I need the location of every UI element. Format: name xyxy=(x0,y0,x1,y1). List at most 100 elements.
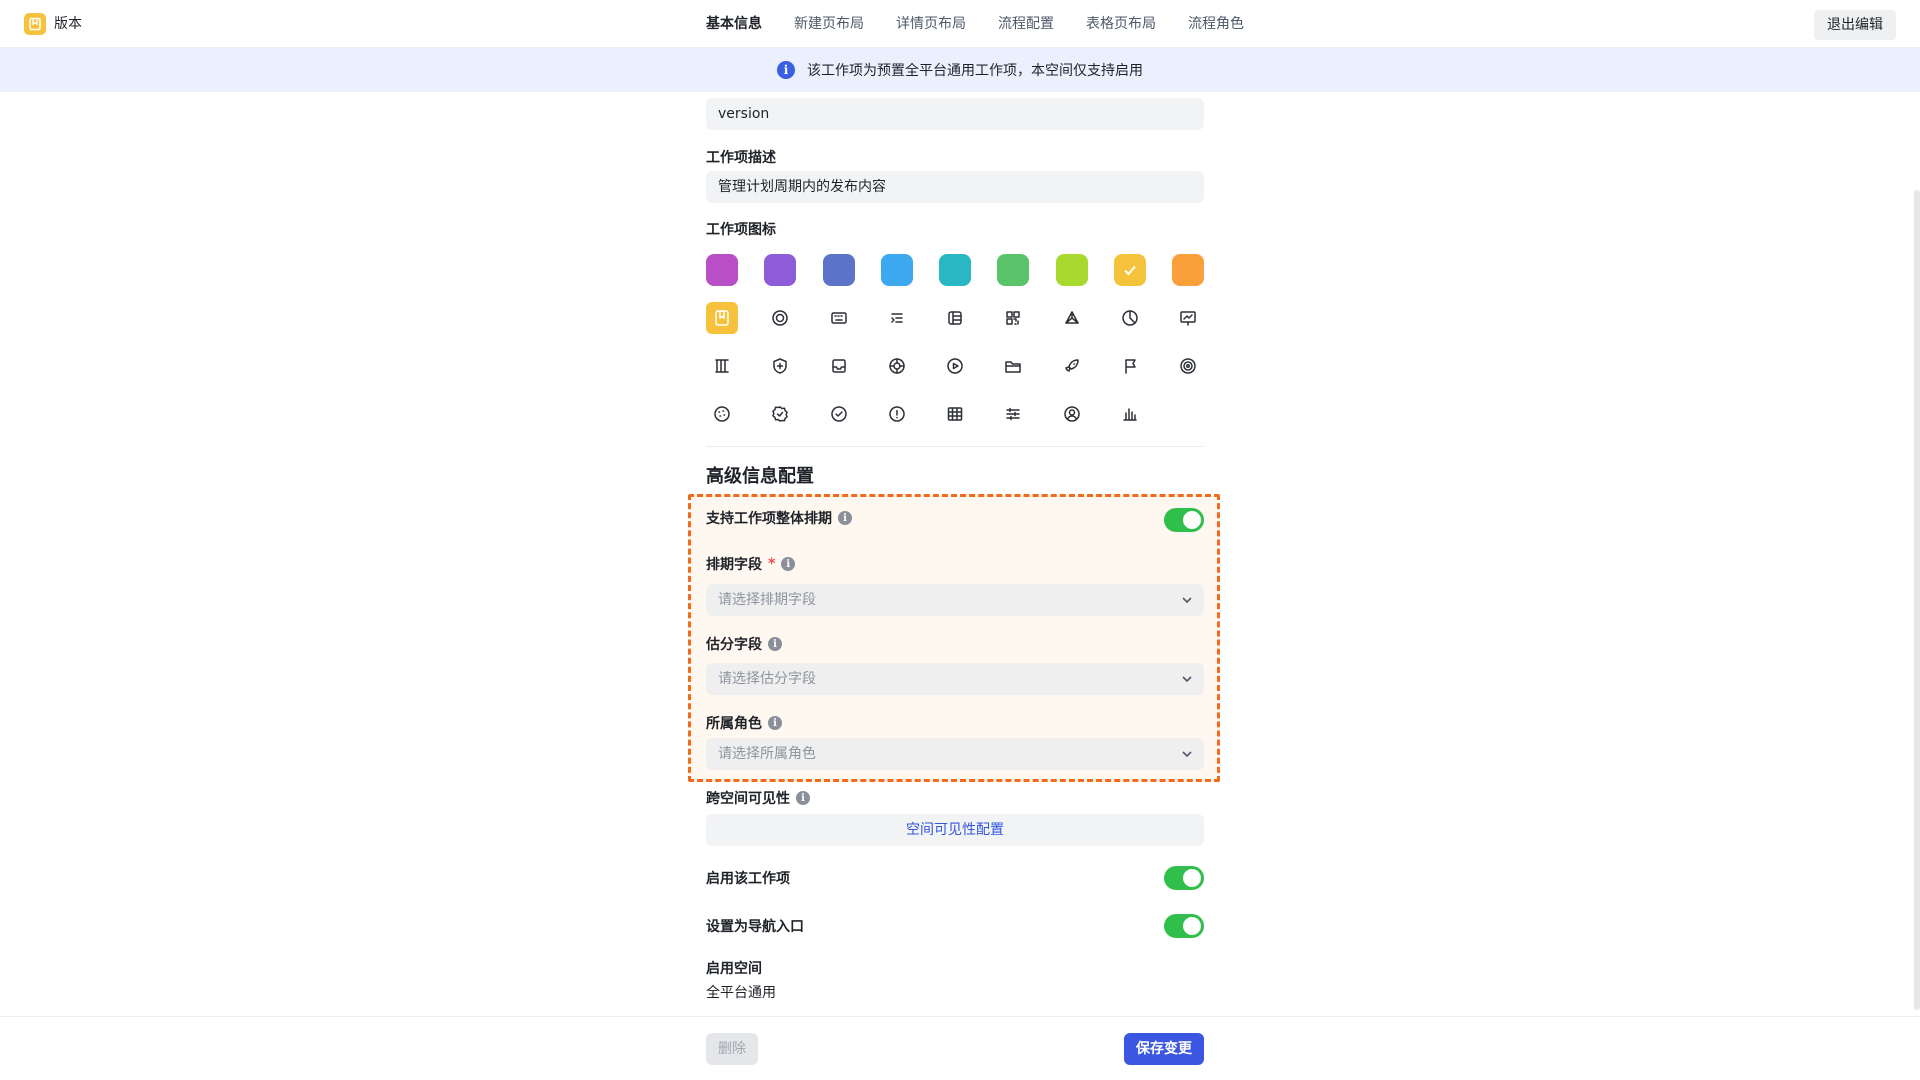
color-swatch[interactable] xyxy=(1055,254,1088,286)
folder-icon xyxy=(1005,361,1021,373)
icon-option[interactable] xyxy=(1114,398,1146,430)
footer-bar: 删除 保存变更 xyxy=(0,1016,1920,1080)
tab-bar: 基本信息 新建页布局 详情页布局 流程配置 表格页布局 流程角色 xyxy=(0,0,1920,48)
icon-option[interactable] xyxy=(1114,350,1146,382)
tab-flow-config[interactable]: 流程配置 xyxy=(998,0,1054,48)
check-icon xyxy=(1124,265,1136,276)
info-icon[interactable]: i xyxy=(781,557,796,571)
color-picker xyxy=(706,254,1204,286)
space-visibility-button[interactable]: 空间可见性配置 xyxy=(706,814,1204,846)
icon-option[interactable] xyxy=(997,302,1029,334)
schedule-label-text: 支持工作项整体排期 xyxy=(706,511,832,527)
info-icon[interactable]: i xyxy=(838,511,852,525)
color-swatch[interactable] xyxy=(764,254,797,286)
play-circle-icon xyxy=(947,358,963,374)
scrollbar[interactable] xyxy=(1914,190,1920,1010)
tab-create-layout[interactable]: 新建页布局 xyxy=(794,0,864,48)
icon-option[interactable] xyxy=(881,302,913,334)
estimate-label-text: 估分字段 xyxy=(706,637,762,653)
user-circle-icon xyxy=(1063,406,1080,422)
delete-button[interactable]: 删除 xyxy=(706,1033,758,1065)
icon-option[interactable] xyxy=(823,302,855,334)
role-select[interactable]: 请选择所属角色 xyxy=(706,738,1204,770)
icon-option[interactable] xyxy=(764,398,796,430)
schedule-label: 支持工作项整体排期 i xyxy=(706,508,852,528)
color-swatch[interactable] xyxy=(880,254,913,286)
icon-label-text: 工作项图标 xyxy=(706,222,776,238)
target-icon xyxy=(1180,358,1196,374)
info-icon[interactable]: i xyxy=(768,716,782,730)
qr-grid-icon xyxy=(1006,311,1020,325)
icon-option[interactable] xyxy=(881,398,913,430)
icon-option[interactable] xyxy=(1056,398,1088,430)
color-swatch[interactable] xyxy=(706,254,738,286)
color-swatch[interactable] xyxy=(997,254,1030,286)
icon-option[interactable] xyxy=(939,398,971,430)
tab-table-layout[interactable]: 表格页布局 xyxy=(1086,0,1156,48)
nav-entry-toggle[interactable] xyxy=(1164,914,1204,938)
save-changes-button[interactable]: 保存变更 xyxy=(1124,1033,1204,1065)
color-swatch[interactable] xyxy=(1113,254,1146,286)
nav-entry-label: 设置为导航入口 xyxy=(706,916,804,936)
icon-option[interactable] xyxy=(939,302,971,334)
color-swatch[interactable] xyxy=(822,254,855,286)
cookie-icon xyxy=(714,406,730,422)
badge-check-icon xyxy=(772,406,789,422)
role-label: 所属角色 i xyxy=(706,713,782,733)
bookmark-icon xyxy=(715,310,729,326)
desc-label: 工作项描述 xyxy=(706,147,776,167)
chevron-down-icon xyxy=(1182,676,1192,683)
chevron-down-icon xyxy=(1182,751,1192,758)
pie-chart-icon xyxy=(1122,310,1138,326)
icon-option[interactable] xyxy=(1056,350,1088,382)
icon-option[interactable] xyxy=(823,398,855,430)
icon-option[interactable] xyxy=(706,302,738,334)
enabled-space-value: 全平台通用 xyxy=(706,985,776,1001)
info-icon[interactable]: i xyxy=(796,791,810,805)
role-label-text: 所属角色 xyxy=(706,716,762,732)
tab-detail-layout[interactable]: 详情页布局 xyxy=(896,0,966,48)
notice-banner: i 该工作项为预置全平台通用工作项，本空间仅支持启用 xyxy=(0,48,1920,92)
icon-option[interactable] xyxy=(764,350,796,382)
item-key-field[interactable]: version xyxy=(706,98,1204,130)
required-mark: * xyxy=(768,556,776,572)
desc-field[interactable]: 管理计划周期内的发布内容 xyxy=(706,171,1204,203)
icon-option[interactable] xyxy=(706,350,738,382)
enabled-space-label-text: 启用空间 xyxy=(706,961,762,977)
icon-option[interactable] xyxy=(706,398,738,430)
icon-option[interactable] xyxy=(881,350,913,382)
icon-option[interactable] xyxy=(997,398,1029,430)
icon-option[interactable] xyxy=(939,350,971,382)
icon-option[interactable] xyxy=(764,302,796,334)
icon-option[interactable] xyxy=(1114,302,1146,334)
icon-option[interactable] xyxy=(1172,350,1204,382)
enable-item-toggle[interactable] xyxy=(1164,866,1204,890)
flag-icon xyxy=(1125,359,1136,374)
icon-option[interactable] xyxy=(823,350,855,382)
icon-option[interactable] xyxy=(997,350,1029,382)
tab-basic-info[interactable]: 基本信息 xyxy=(706,0,762,48)
library-icon xyxy=(715,359,729,373)
alert-circle-icon xyxy=(889,406,905,422)
info-icon: i xyxy=(777,61,795,79)
schedule-field-select[interactable]: 请选择排期字段 xyxy=(706,584,1204,616)
icon-picker xyxy=(706,302,1204,430)
tab-flow-roles[interactable]: 流程角色 xyxy=(1188,0,1244,48)
icon-label: 工作项图标 xyxy=(706,219,776,239)
enabled-space-label: 启用空间 xyxy=(706,958,762,978)
info-icon[interactable]: i xyxy=(768,637,782,651)
notice-text: 该工作项为预置全平台通用工作项，本空间仅支持启用 xyxy=(807,63,1143,79)
top-header: 版本 基本信息 新建页布局 详情页布局 流程配置 表格页布局 流程角色 退出编辑 xyxy=(0,0,1920,48)
schedule-toggle[interactable] xyxy=(1164,508,1204,532)
color-swatch[interactable] xyxy=(1172,254,1204,286)
exit-edit-button[interactable]: 退出编辑 xyxy=(1814,10,1896,40)
icon-option[interactable] xyxy=(1056,302,1088,334)
server-list-icon xyxy=(948,311,962,325)
estimate-select[interactable]: 请选择估分字段 xyxy=(706,663,1204,695)
schedule-field-label-text: 排期字段 xyxy=(706,557,762,573)
shield-plus-icon xyxy=(773,358,787,374)
icon-option[interactable] xyxy=(1172,302,1204,334)
enable-item-label: 启用该工作项 xyxy=(706,868,790,888)
presentation-icon xyxy=(1180,311,1196,326)
color-swatch[interactable] xyxy=(939,254,971,286)
